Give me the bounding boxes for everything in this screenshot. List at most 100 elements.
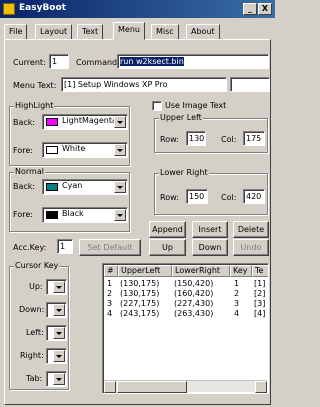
menu-text-label: Menu Text: [13,81,57,90]
row-index: 2 [107,289,113,298]
cursor-key-title: Cursor Key [14,261,60,270]
normal-fore-swatch [46,211,58,219]
row-text: [1] S [254,279,268,288]
scroll-right-button[interactable] [255,381,267,393]
chevron-down-icon[interactable] [53,304,65,316]
highlight-fore-label: Fore: [13,146,33,155]
current-label: Current: [13,58,46,67]
cursor-key-right-select[interactable] [46,348,67,364]
current-field[interactable]: 1 [49,54,69,69]
highlight-group: HighLight Back: LightMagenta Fore: White [9,101,130,166]
highlight-fore-value: White [62,144,86,153]
normal-title: Normal [14,167,45,176]
cursor-key-left-select[interactable] [46,325,67,341]
menu-text-field[interactable]: [1] Setup Windows XP Pro [61,77,227,92]
row-lower-right: (160,420) [174,289,214,298]
row-upper-left: (243,175) [120,309,160,318]
menu-items-table[interactable]: # UpperLeft LowerRight Key Te 1 (130,175… [102,263,269,394]
row-lower-right: (227,430) [174,299,214,308]
highlight-fore-swatch [46,146,58,154]
tab-menu[interactable]: Menu [113,22,145,40]
horizontal-scrollbar[interactable] [104,380,267,393]
chevron-down-icon[interactable] [114,209,126,221]
row-index: 4 [107,309,113,318]
use-image-text-checkbox[interactable] [152,101,162,111]
cursor-key-left-label: Left: [26,328,44,337]
delete-button[interactable]: Delete [233,221,269,238]
down-button[interactable]: Down [192,239,228,256]
column-header-lower-right[interactable]: LowerRight [172,265,230,277]
chevron-down-icon[interactable] [53,373,65,385]
append-button[interactable]: Append [149,221,186,238]
upper-left-col-field[interactable]: 175 [243,131,265,146]
cursor-key-tab-select[interactable] [46,371,67,387]
tab-file[interactable]: File [4,24,28,40]
upper-left-row-field[interactable]: 130 [186,131,206,146]
row-lower-right: (150,420) [174,279,214,288]
lower-right-col-field[interactable]: 420 [243,189,265,204]
undo-button[interactable]: Undo [233,239,269,256]
command-field[interactable]: run w2ksect.bin [117,54,269,69]
cursor-key-group: Cursor Key Up: Down: Left: Right: Tab: [9,261,69,390]
normal-fore-label: Fore: [13,210,33,219]
menu-panel: Current: 1 Command: run w2ksect.bin Menu… [4,39,271,405]
use-image-text-label: Use Image Text [165,101,227,110]
tab-layout[interactable]: Layout [35,24,73,40]
column-header-text[interactable]: Te [252,265,268,277]
app-logo-icon [3,3,15,15]
row-upper-left: (130,175) [120,289,160,298]
highlight-title: HighLight [14,101,55,110]
lower-right-row-field[interactable]: 150 [186,189,208,204]
chevron-down-icon[interactable] [53,350,65,362]
insert-button[interactable]: Insert [192,221,228,238]
chevron-down-icon[interactable] [53,327,65,339]
title-bar: EasyBoot _ X [0,0,275,18]
tab-text[interactable]: Text [77,24,104,40]
window-title: EasyBoot [19,3,66,13]
tab-misc[interactable]: Misc [151,24,179,40]
menu-text-extra-field[interactable] [230,77,270,92]
normal-fore-value: Black [62,209,84,218]
close-button[interactable]: X [258,3,272,15]
scroll-left-button[interactable] [104,381,116,393]
highlight-fore-select[interactable]: White [42,142,128,158]
cursor-key-right-label: Right: [20,351,44,360]
minimize-button[interactable]: _ [243,3,257,15]
row-key: 4 [234,309,240,318]
upper-left-group: Upper Left Row: 130 Col: 175 [154,113,268,153]
command-label: Command: [76,58,120,67]
cursor-key-up-select[interactable] [46,279,67,295]
up-button[interactable]: Up [149,239,186,256]
normal-fore-select[interactable]: Black [42,207,128,223]
highlight-back-value: LightMagenta [62,116,117,125]
normal-back-select[interactable]: Cyan [42,179,128,195]
lower-right-title: Lower Right [159,168,209,177]
upper-left-title: Upper Left [159,113,203,122]
cursor-key-down-select[interactable] [46,302,67,318]
chevron-down-icon[interactable] [114,144,126,156]
column-header-index[interactable]: # [104,265,118,277]
tab-bar: File Layout Text Menu Misc About [4,22,271,40]
normal-back-value: Cyan [62,181,83,190]
tab-about[interactable]: About [186,24,220,40]
row-upper-left: (227,175) [120,299,160,308]
row-key: 2 [234,289,240,298]
highlight-back-select[interactable]: LightMagenta [42,114,128,130]
chevron-down-icon[interactable] [114,116,126,128]
normal-group: Normal Back: Cyan Fore: Black [9,167,130,232]
row-index: 3 [107,299,113,308]
row-key: 3 [234,299,240,308]
column-header-key[interactable]: Key [230,265,252,277]
highlight-back-label: Back: [13,118,36,127]
chevron-down-icon[interactable] [53,281,65,293]
upper-left-row-label: Row: [160,135,179,144]
row-lower-right: (263,430) [174,309,214,318]
row-index: 1 [107,279,113,288]
normal-back-label: Back: [13,182,36,191]
column-header-upper-left[interactable]: UpperLeft [118,265,172,277]
scroll-thumb[interactable] [117,381,187,393]
acc-key-field[interactable]: 1 [57,239,73,254]
set-default-button[interactable]: Set Default [79,239,141,256]
row-text: [2] S [254,289,268,298]
chevron-down-icon[interactable] [114,181,126,193]
